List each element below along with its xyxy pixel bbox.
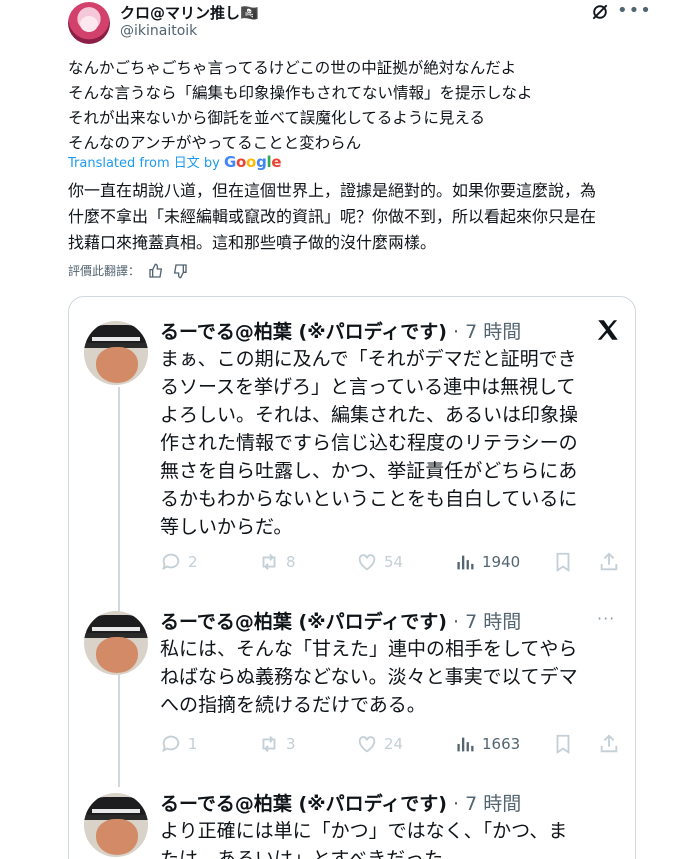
pirate-flag-badge: 🏴‍☠️ xyxy=(240,4,259,22)
quoted-line: 私には、そんな「甘えた」連中の相手をしてやら xyxy=(160,638,578,660)
share-button[interactable] xyxy=(598,551,620,573)
author-handle[interactable]: @ikinaitoik xyxy=(120,23,197,39)
tweet-line: なんかごちゃごちゃ言ってるけどこの世の中証拠が絶対なんだよ xyxy=(68,59,517,77)
rate-translation-label: 評價此翻譯： xyxy=(68,264,141,278)
reply-button[interactable]: 1 xyxy=(160,733,198,755)
quoted-tweet-header: るーでる@柏葉 (※パロディです) · 7 時間 xyxy=(160,607,521,634)
translated-from-link[interactable]: Translated from 日文 by Google xyxy=(68,152,282,171)
translated-text: 你一直在胡說八道，但在這個世界上，證據是絕對的。如果你要這麼說，為 什麼不拿出「… xyxy=(68,178,668,256)
translated-line: 你一直在胡說八道，但在這個世界上，證據是絕對的。如果你要這麼說，為 xyxy=(68,181,597,200)
quoted-tweet-card[interactable]: るーでる@柏葉 (※パロディです) · 7 時間 まぁ、この期に及んで「それがデ… xyxy=(68,296,636,859)
quoted-line: 無さを自ら吐露し、かつ、挙証責任がどちらにあ xyxy=(160,460,578,482)
quoted-line: ねばならぬ義務などない。淡々と事実で以てデマ xyxy=(160,666,578,688)
tweet-text: なんかごちゃごちゃ言ってるけどこの世の中証拠が絶対なんだよ そんな言うなら「編集… xyxy=(68,56,668,156)
quoted-tweet-header: るーでる@柏葉 (※パロディです) · 7 時間 xyxy=(160,317,521,344)
like-button[interactable]: 54 xyxy=(356,551,403,573)
reply-icon xyxy=(162,735,180,753)
bar-chart-icon xyxy=(457,555,474,570)
quoted-line: より正確には単に「かつ」ではなく、「かつ、ま xyxy=(160,820,568,842)
x-logo-icon[interactable] xyxy=(595,317,621,343)
retweet-button[interactable]: 3 xyxy=(258,733,296,755)
quoted-tweet-time[interactable]: · 7 時間 xyxy=(453,611,521,633)
retweet-button[interactable]: 8 xyxy=(258,551,296,573)
heart-icon xyxy=(358,554,376,571)
quoted-tweet-text: まぁ、この期に及んで「それがデマだと証明でき るソースを挙げろ」と言っている連中… xyxy=(160,345,620,541)
views-button[interactable]: 1940 xyxy=(454,551,520,573)
quoted-line: 作された情報ですら信じ込む程度のリテラシーの xyxy=(160,432,578,454)
heart-icon xyxy=(358,736,376,753)
quoted-tweet-actions: 1 3 24 1663 xyxy=(160,733,620,757)
quoted-author-avatar[interactable] xyxy=(84,793,148,857)
quoted-tweet-actions: 2 8 54 1940 xyxy=(160,551,620,575)
quoted-line: 等しいからだ。 xyxy=(160,516,293,538)
quoted-author-name[interactable]: るーでる@柏葉 (※パロディです) xyxy=(160,611,447,633)
retweet-icon xyxy=(262,736,276,752)
quoted-line: への指摘を続けるだけである。 xyxy=(160,694,426,716)
bookmark-icon xyxy=(556,734,570,754)
quoted-line: まぁ、この期に及んで「それがデマだと証明でき xyxy=(160,348,577,370)
author-avatar[interactable] xyxy=(68,2,110,44)
thumbs-up-icon[interactable] xyxy=(148,263,164,279)
quoted-tweet-time[interactable]: · 7 時間 xyxy=(453,793,521,815)
bookmark-button[interactable] xyxy=(552,551,574,573)
tweet-line: それが出来ないから御託を並べて誤魔化してるように見える xyxy=(68,109,485,127)
bar-chart-icon xyxy=(457,737,474,752)
quoted-line: るソースを挙げろ」と言っている連中は無視して xyxy=(160,376,576,398)
quoted-author-avatar[interactable] xyxy=(84,611,148,675)
like-button[interactable]: 24 xyxy=(356,733,403,755)
share-icon xyxy=(600,734,618,753)
thumbs-down-icon[interactable] xyxy=(172,263,188,279)
share-icon xyxy=(600,552,618,571)
bookmark-button[interactable] xyxy=(552,733,574,755)
thread-connector xyxy=(118,387,120,787)
google-logo: Google xyxy=(224,153,282,171)
rate-translation: 評價此翻譯： xyxy=(68,262,188,279)
quoted-line: るかもわからないということをも自白しているに xyxy=(160,488,578,510)
reply-button[interactable]: 2 xyxy=(160,551,198,573)
quoted-tweet-text: 私には、そんな「甘えた」連中の相手をしてやら ねばならぬ義務などない。淡々と事実… xyxy=(160,635,620,719)
retweet-icon xyxy=(262,554,276,570)
reply-icon xyxy=(162,553,180,571)
quoted-author-name[interactable]: るーでる@柏葉 (※パロディです) xyxy=(160,321,447,343)
more-options-icon[interactable]: ··· xyxy=(597,609,615,628)
quoted-author-avatar[interactable] xyxy=(84,321,148,385)
tweet-header: クロ@マリン推し🏴‍☠️ @ikinaitoik ••• xyxy=(68,0,696,52)
quoted-line: よろしい。それは、編集された、あるいは印象操 xyxy=(160,404,579,426)
translated-line: 找藉口來掩蓋真相。這和那些噴子做的沒什麼兩樣。 xyxy=(68,233,437,252)
share-button[interactable] xyxy=(598,733,620,755)
more-options-icon[interactable]: ••• xyxy=(617,0,652,21)
quoted-tweet-header: るーでる@柏葉 (※パロディです) · 7 時間 xyxy=(160,789,521,816)
quoted-tweet-time[interactable]: · 7 時間 xyxy=(453,321,521,343)
views-button[interactable]: 1663 xyxy=(454,733,520,755)
quoted-line: たは、あるいは」とすべきだった。 xyxy=(160,848,463,859)
translated-line: 什麼不拿出「未經編輯或竄改的資訊」呢？你做不到，所以看起來你只是在 xyxy=(68,207,597,226)
quoted-tweet-text: より正確には単に「かつ」ではなく、「かつ、ま たは、あるいは」とすべきだった。 xyxy=(160,817,620,859)
author-display-name[interactable]: クロ@マリン推し🏴‍☠️ xyxy=(120,2,259,23)
quoted-author-name[interactable]: るーでる@柏葉 (※パロディです) xyxy=(160,793,447,815)
grok-icon[interactable] xyxy=(590,2,610,22)
bookmark-icon xyxy=(556,552,570,572)
tweet-line: そんな言うなら「編集も印象操作もされてない情報」を提示しなよ xyxy=(68,84,533,102)
